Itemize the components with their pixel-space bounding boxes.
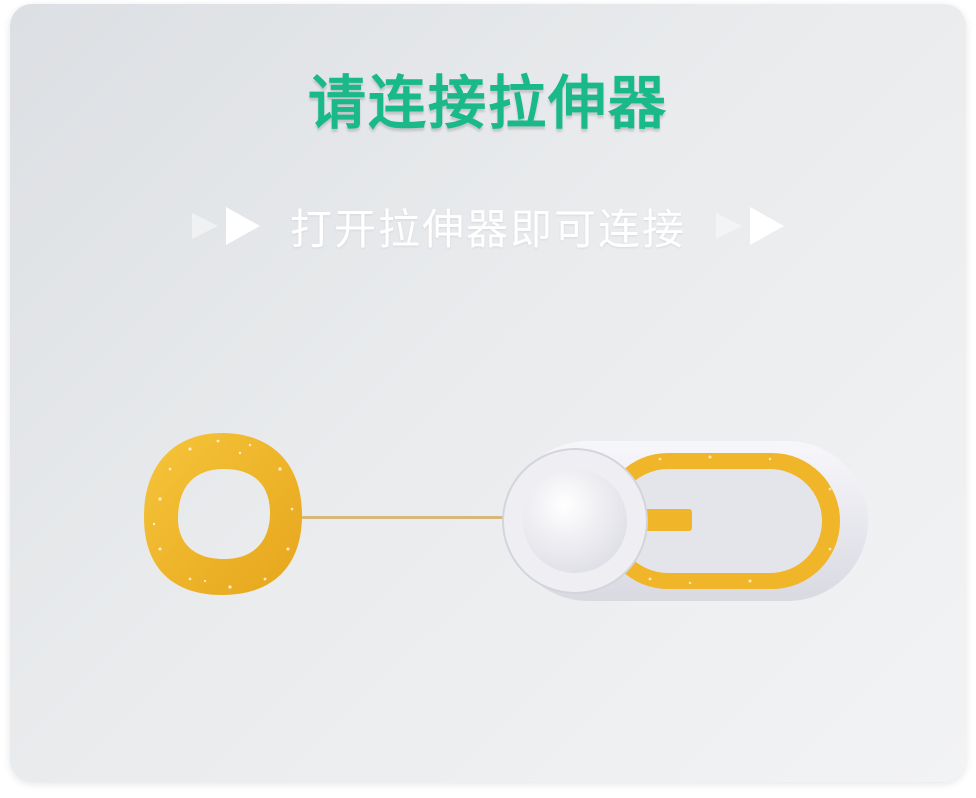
- play-arrow-icon: [750, 207, 784, 245]
- play-arrow-icon: [191, 213, 218, 239]
- connect-dialog-card: 请连接拉伸器 打开拉伸器即可连接: [10, 4, 966, 782]
- page-title: 请连接拉伸器: [307, 69, 668, 137]
- play-arrow-icon: [225, 207, 260, 245]
- connect-hint-text: 打开拉伸器即可连接: [289, 204, 686, 254]
- connecting-string: [302, 516, 508, 519]
- left-arrows: [190, 205, 262, 247]
- stretcher-device-illustration: [144, 433, 868, 601]
- device-body: [502, 441, 868, 601]
- right-arrows: [714, 205, 786, 247]
- handle-ring: [144, 433, 302, 595]
- hint-row: 打开拉伸器即可连接: [10, 196, 966, 256]
- play-arrow-icon: [716, 213, 742, 239]
